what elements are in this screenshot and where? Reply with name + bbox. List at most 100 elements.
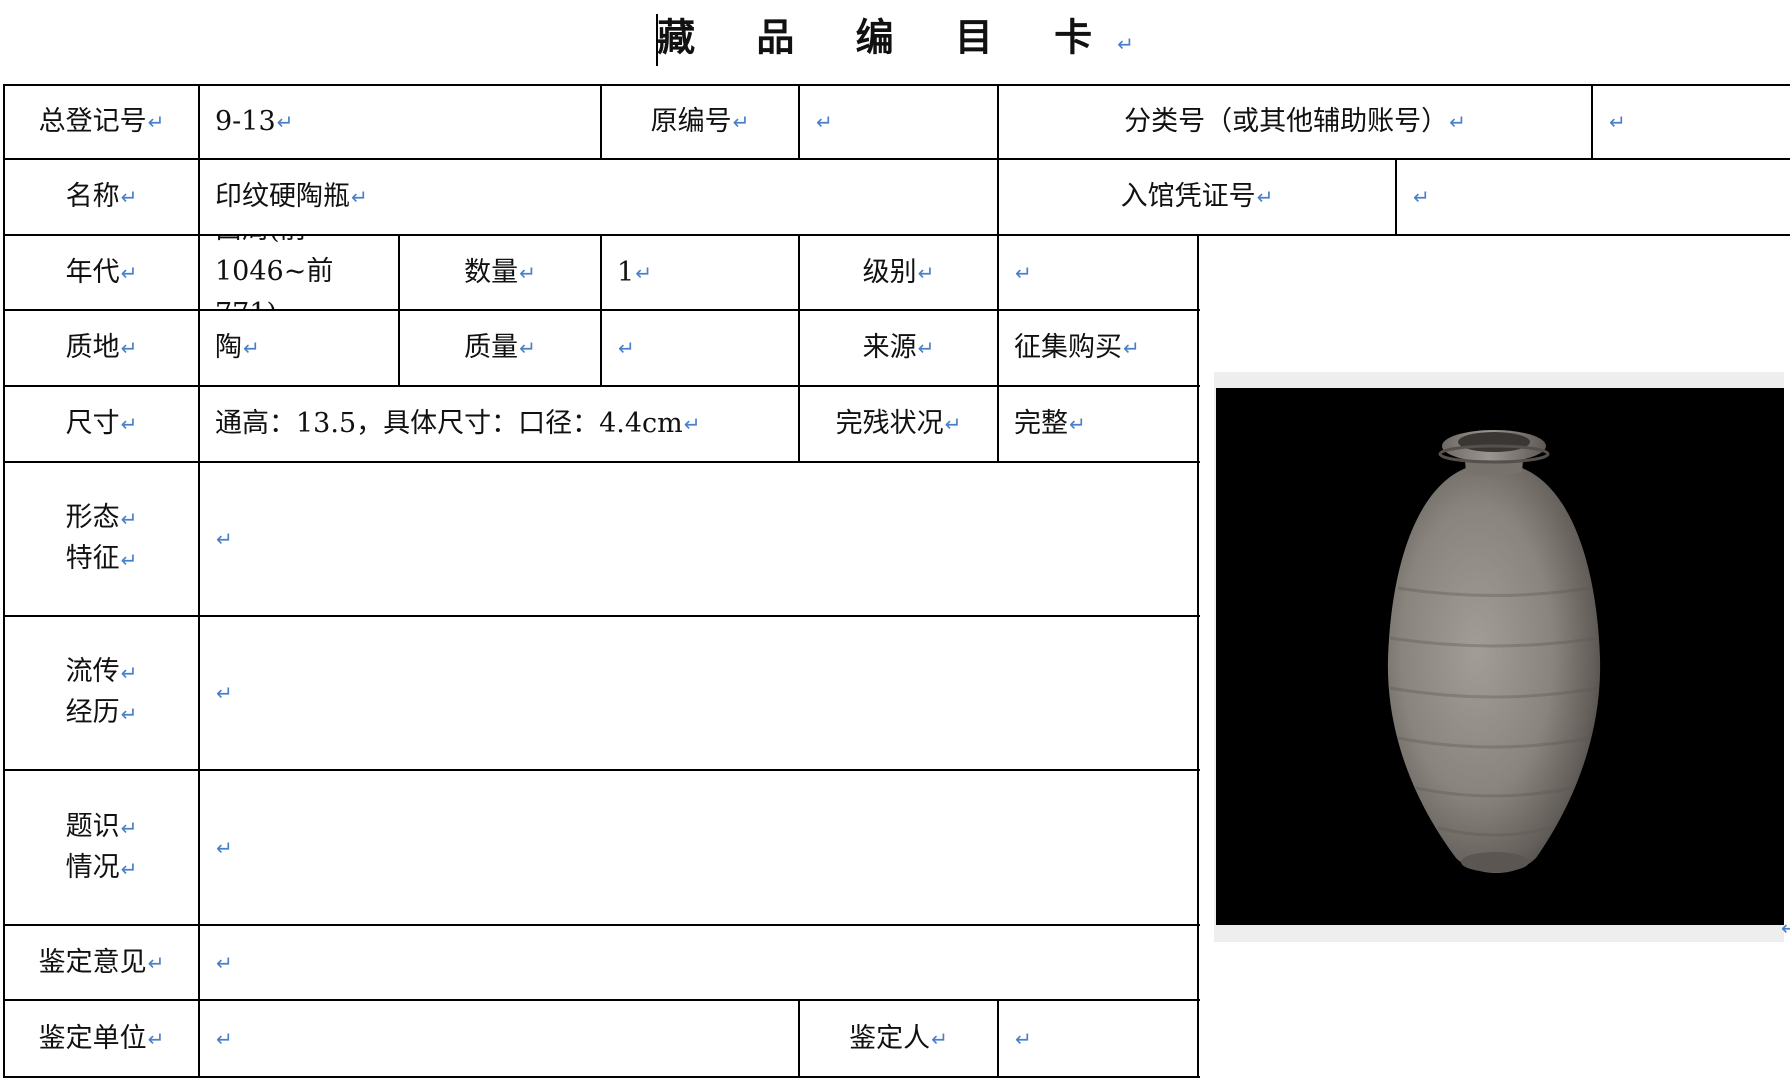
cell-text: 鉴定单位: [38, 1022, 147, 1054]
paragraph-mark-icon: ↵: [944, 412, 962, 436]
paragraph-mark-icon: ↵: [216, 681, 233, 705]
history-label: 流传↵ 经历↵: [5, 617, 198, 769]
material-value[interactable]: 陶 ↵: [200, 311, 398, 385]
opinion-label: 鉴定意见 ↵: [5, 926, 198, 999]
orig-no-label: 原编号 ↵: [602, 86, 798, 158]
cell-text: 尺寸: [65, 408, 120, 439]
paragraph-mark-icon: ↵: [1117, 31, 1134, 56]
cell-text: 西周(前1046~前771): [215, 236, 334, 309]
paragraph-mark-icon: ↵: [216, 1026, 233, 1051]
cell-text: 级别: [862, 256, 917, 288]
name-value[interactable]: 印纹硬陶瓶 ↵: [200, 160, 997, 234]
paragraph-mark-icon: ↵: [216, 950, 233, 975]
paragraph-mark-icon: ↵: [519, 260, 536, 285]
paragraph-mark-icon: ↵: [120, 548, 138, 572]
size-value[interactable]: 通高：13.5，具体尺寸：口径：4.4cm ↵: [200, 387, 798, 461]
paragraph-mark-icon: ↵: [120, 260, 138, 285]
cell-text: 9-13: [215, 106, 276, 137]
inscription-value[interactable]: ↵: [200, 771, 1197, 924]
paragraph-mark-icon: ↵: [243, 336, 260, 360]
paragraph-mark-icon: ↵: [120, 412, 138, 436]
title-text: 藏 品 编 目 卡: [657, 15, 1117, 60]
cell-text: 特征↵: [65, 543, 138, 574]
paragraph-mark-icon: ↵: [618, 336, 635, 360]
material-label: 质地 ↵: [5, 311, 198, 385]
size-label: 尺寸 ↵: [5, 387, 198, 461]
entry-no-value[interactable]: ↵: [1397, 160, 1787, 234]
paragraph-mark-icon: ↵: [1781, 916, 1790, 940]
era-value[interactable]: 西周(前1046~前771)↵: [200, 236, 398, 309]
table-border-line: [3, 1076, 1200, 1078]
paragraph-mark-icon: ↵: [216, 527, 233, 551]
era-label: 年代 ↵: [5, 236, 198, 309]
cell-text: 鉴定意见: [38, 946, 147, 978]
opinion-value[interactable]: ↵: [200, 926, 1197, 999]
paragraph-mark-icon: ↵: [1449, 110, 1466, 134]
page-title: 藏 品 编 目 卡↵: [0, 14, 1790, 67]
cell-text: 质量: [464, 332, 519, 363]
cell-text: 流传↵: [65, 656, 138, 687]
form-label: 形态↵ 特征↵: [5, 463, 198, 615]
unit-label: 鉴定单位 ↵: [5, 1001, 198, 1076]
paragraph-mark-icon: ↵: [931, 1026, 948, 1051]
paragraph-mark-icon: ↵: [1123, 336, 1140, 360]
form-value[interactable]: ↵: [200, 463, 1197, 615]
cell-text: 来源: [862, 332, 917, 363]
paragraph-mark-icon: ↵: [120, 336, 138, 360]
grade-label: 级别 ↵: [800, 236, 997, 309]
reg-no-value[interactable]: 9-13 ↵: [200, 86, 600, 158]
class-no-value[interactable]: ↵: [1593, 86, 1788, 158]
qty-label: 数量 ↵: [400, 236, 600, 309]
paragraph-mark-icon: ↵: [147, 110, 165, 134]
paragraph-mark-icon: ↵: [120, 185, 138, 209]
unit-value[interactable]: ↵: [200, 1001, 798, 1076]
appraiser-value[interactable]: ↵: [999, 1001, 1197, 1076]
paragraph-mark-icon: ↵: [120, 856, 138, 881]
paragraph-mark-icon: ↵: [1069, 412, 1086, 436]
grade-value[interactable]: ↵: [999, 236, 1197, 309]
paragraph-mark-icon: ↵: [120, 507, 138, 531]
cell-text: 入馆凭证号: [1120, 181, 1256, 212]
paragraph-mark-icon: ↵: [278, 303, 295, 309]
paragraph-mark-icon: ↵: [1256, 185, 1274, 209]
qty-value[interactable]: 1 ↵: [602, 236, 798, 309]
cell-text: 分类号（或其他辅助账号）: [1124, 106, 1449, 137]
class-no-label: 分类号（或其他辅助账号） ↵: [999, 86, 1591, 158]
cell-text: 情况↵: [65, 851, 138, 883]
table-border-line: [1197, 234, 1199, 1078]
condition-value[interactable]: 完整 ↵: [999, 387, 1197, 461]
paragraph-mark-icon: ↵: [147, 1026, 165, 1051]
cell-text: 征集购买: [1014, 332, 1122, 363]
cell-text: 经历↵: [65, 697, 138, 728]
cell-text: 陶: [215, 332, 242, 363]
cell-text: 完残状况: [835, 408, 944, 439]
source-value[interactable]: 征集购买 ↵: [999, 311, 1197, 385]
entry-no-label: 入馆凭证号 ↵: [999, 160, 1395, 234]
cell-text: 印纹硬陶瓶: [215, 181, 350, 212]
paragraph-mark-icon: ↵: [816, 110, 833, 134]
orig-no-value[interactable]: ↵: [800, 86, 997, 158]
cell-text: 通高：13.5，具体尺寸：口径：4.4cm: [215, 408, 683, 439]
weight-value[interactable]: ↵: [602, 311, 798, 385]
paragraph-mark-icon: ↵: [1015, 260, 1032, 285]
paragraph-mark-icon: ↵: [120, 661, 138, 685]
paragraph-mark-icon: ↵: [1015, 1026, 1032, 1051]
paragraph-mark-icon: ↵: [120, 815, 138, 840]
paragraph-mark-icon: ↵: [216, 835, 233, 860]
name-label: 名称 ↵: [5, 160, 198, 234]
cell-text: 题识↵: [65, 810, 138, 842]
condition-label: 完残状况 ↵: [800, 387, 997, 461]
artifact-photo[interactable]: [1216, 388, 1784, 925]
cell-text: 1: [617, 256, 635, 288]
cell-text: 鉴定人: [849, 1022, 931, 1054]
cell-text: 总登记号: [38, 106, 147, 137]
paragraph-mark-icon: ↵: [635, 260, 652, 285]
cell-text: 质地: [65, 332, 120, 363]
history-value[interactable]: ↵: [200, 617, 1197, 769]
pottery-vase-icon: [1387, 430, 1601, 873]
paragraph-mark-icon: ↵: [732, 110, 750, 134]
paragraph-mark-icon: ↵: [917, 336, 935, 360]
appraiser-label: 鉴定人 ↵: [800, 1001, 997, 1076]
paragraph-mark-icon: ↵: [120, 702, 138, 726]
paragraph-mark-icon: ↵: [276, 110, 294, 134]
